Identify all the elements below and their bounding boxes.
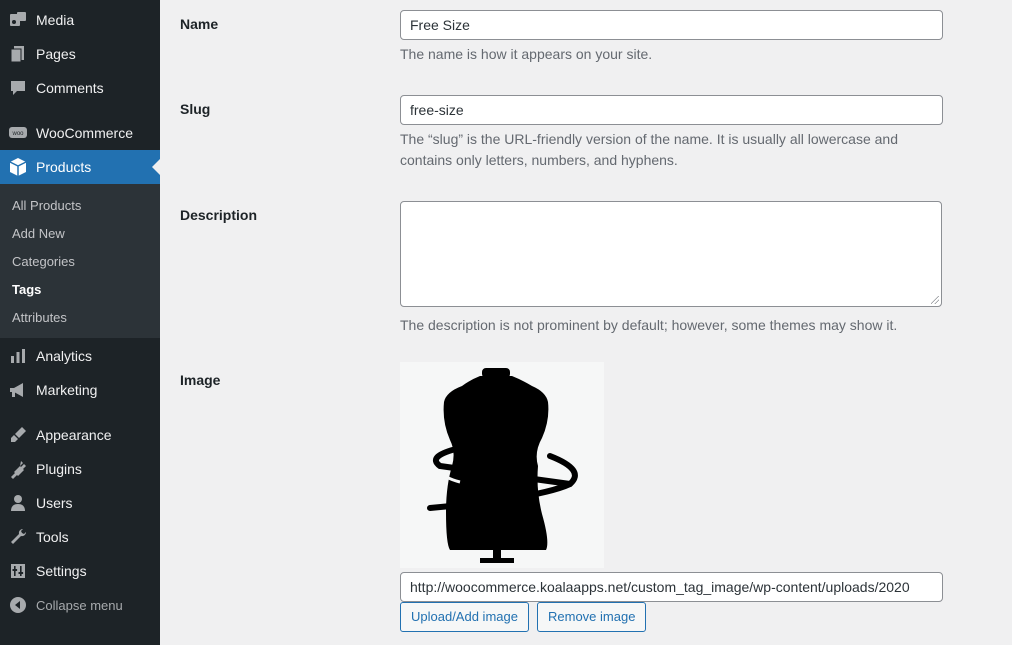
- collapse-menu-button[interactable]: Collapse menu: [0, 588, 160, 622]
- tools-icon: [8, 527, 28, 547]
- sidebar-item-users[interactable]: Users: [0, 486, 160, 520]
- description-help-text: The description is not prominent by defa…: [400, 317, 898, 333]
- media-icon: [8, 10, 28, 30]
- submenu-categories[interactable]: Categories: [12, 254, 75, 269]
- sidebar-item-label: Products: [36, 159, 92, 175]
- tag-image-preview: [400, 362, 604, 568]
- dress-form-measuring-tape-icon: [427, 368, 578, 563]
- sidebar-item-settings[interactable]: Settings: [0, 554, 160, 588]
- submenu-add-new[interactable]: Add New: [12, 226, 65, 241]
- pages-icon: [8, 44, 28, 64]
- admin-sidebar: Media Pages Comments woo WooCommerce Pro…: [0, 0, 160, 645]
- name-input[interactable]: Free Size: [400, 10, 943, 40]
- resize-handle[interactable]: [931, 296, 939, 304]
- name-help-text: The name is how it appears on your site.: [400, 46, 653, 62]
- sidebar-item-label: Appearance: [36, 427, 112, 443]
- sidebar-item-analytics[interactable]: Analytics: [0, 339, 160, 373]
- description-label: Description: [180, 207, 258, 223]
- sidebar-item-label: Analytics: [36, 348, 93, 364]
- sidebar-item-plugins[interactable]: Plugins: [0, 452, 160, 486]
- users-icon: [8, 493, 28, 513]
- sidebar-item-comments[interactable]: Comments: [0, 71, 160, 105]
- marketing-icon: [8, 380, 28, 400]
- sidebar-item-products[interactable]: Products: [0, 150, 160, 184]
- sidebar-item-tools[interactable]: Tools: [0, 520, 160, 554]
- collapse-icon: [8, 595, 28, 615]
- sidebar-item-label: Comments: [36, 80, 104, 96]
- description-textarea[interactable]: [400, 201, 942, 307]
- upload-image-button[interactable]: Upload/Add image: [400, 602, 529, 632]
- sidebar-item-label: Media: [36, 12, 75, 28]
- sidebar-item-media[interactable]: Media: [0, 3, 160, 37]
- settings-icon: [8, 561, 28, 581]
- slug-help-text: The “slug” is the URL-friendly version o…: [400, 131, 898, 168]
- slug-input[interactable]: free-size: [400, 95, 943, 125]
- sidebar-item-appearance[interactable]: Appearance: [0, 418, 160, 452]
- sidebar-item-label: Tools: [36, 529, 69, 545]
- image-label: Image: [180, 372, 221, 388]
- plugins-icon: [8, 459, 28, 479]
- remove-image-button[interactable]: Remove image: [537, 602, 647, 632]
- products-icon: [8, 157, 28, 177]
- sidebar-item-label: Plugins: [36, 461, 82, 477]
- appearance-icon: [8, 425, 28, 445]
- collapse-menu-label: Collapse menu: [36, 597, 123, 613]
- products-submenu: All Products Add New Categories Tags Att…: [0, 184, 160, 338]
- woocommerce-icon: woo: [8, 123, 28, 143]
- sidebar-item-marketing[interactable]: Marketing: [0, 373, 160, 407]
- image-url-input[interactable]: http://woocommerce.koalaapps.net/custom_…: [400, 572, 943, 602]
- slug-label: Slug: [180, 101, 211, 117]
- submenu-all-products[interactable]: All Products: [12, 198, 81, 213]
- sidebar-item-label: Marketing: [36, 382, 98, 398]
- sidebar-item-label: Settings: [36, 563, 87, 579]
- submenu-attributes[interactable]: Attributes: [12, 310, 67, 325]
- name-label: Name: [180, 16, 219, 32]
- sidebar-item-label: WooCommerce: [36, 125, 133, 141]
- sidebar-item-label: Users: [36, 495, 73, 511]
- comments-icon: [8, 78, 28, 98]
- svg-text:woo: woo: [11, 131, 24, 137]
- submenu-tags[interactable]: Tags: [12, 282, 41, 297]
- analytics-icon: [8, 346, 28, 366]
- sidebar-item-label: Pages: [36, 46, 76, 62]
- sidebar-item-pages[interactable]: Pages: [0, 37, 160, 71]
- sidebar-item-woocommerce[interactable]: woo WooCommerce: [0, 116, 160, 150]
